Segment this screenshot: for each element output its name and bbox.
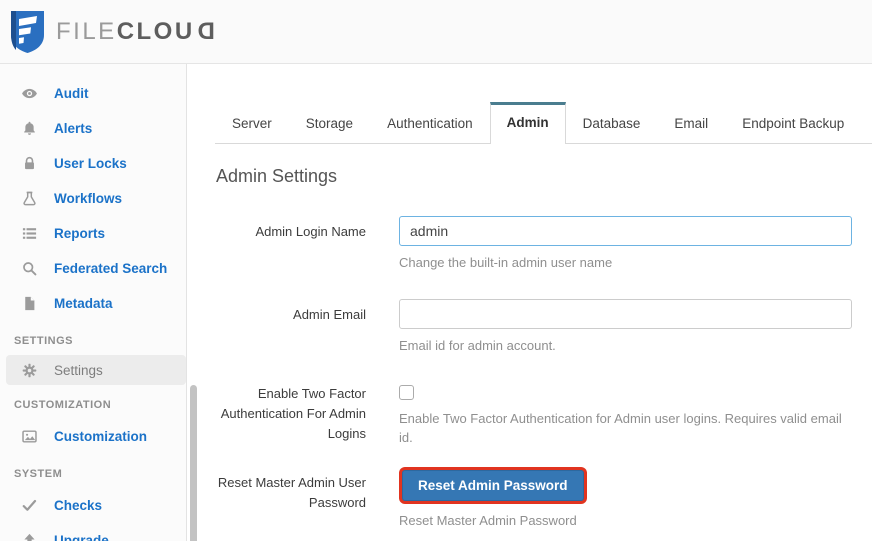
admin-login-name-controls: Change the built-in admin user name bbox=[399, 216, 852, 272]
image-icon bbox=[21, 428, 38, 445]
admin-email-help: Email id for admin account. bbox=[399, 338, 556, 353]
sidebar-item-workflows[interactable]: Workflows bbox=[0, 181, 186, 216]
sidebar-item-user-locks[interactable]: User Locks bbox=[0, 146, 186, 181]
sidebar-item-label: Reports bbox=[54, 226, 106, 241]
reset-admin-password-button[interactable]: Reset Admin Password bbox=[402, 470, 584, 501]
tab-admin[interactable]: Admin bbox=[489, 102, 566, 144]
eye-icon bbox=[21, 85, 38, 102]
app-header: FILE CLOU D bbox=[0, 0, 872, 64]
gear-icon bbox=[21, 362, 38, 379]
sidebar-item-label: Metadata bbox=[54, 296, 113, 311]
sidebar-section-settings: SETTINGS bbox=[14, 335, 74, 347]
sidebar-item-audit[interactable]: Audit bbox=[0, 76, 186, 111]
form-row-two-factor: Enable Two Factor Authentication For Adm… bbox=[216, 382, 872, 447]
flask-icon bbox=[21, 190, 38, 207]
sidebar-item-label: Customization bbox=[54, 429, 147, 444]
sidebar-item-customization[interactable]: Customization bbox=[0, 419, 186, 454]
file-icon bbox=[21, 295, 38, 312]
sidebar-item-federated-search[interactable]: Federated Search bbox=[0, 251, 186, 286]
sidebar-item-label: Alerts bbox=[54, 121, 93, 136]
reset-password-help: Reset Master Admin Password bbox=[399, 513, 577, 528]
sidebar-item-label: Checks bbox=[54, 498, 103, 513]
sidebar-item-upgrade[interactable]: Upgrade bbox=[0, 523, 186, 541]
bell-icon bbox=[21, 120, 38, 137]
lock-icon bbox=[21, 155, 38, 172]
page-title: Admin Settings bbox=[216, 166, 338, 186]
sidebar-item-checks[interactable]: Checks bbox=[0, 488, 186, 523]
admin-email-controls: Email id for admin account. bbox=[399, 299, 852, 355]
sidebar-item-label: Workflows bbox=[54, 191, 123, 206]
two-factor-help: Enable Two Factor Authentication for Adm… bbox=[399, 411, 842, 445]
logo-wordmark: FILE CLOU D bbox=[56, 18, 215, 46]
sidebar-scrollbar-track[interactable] bbox=[188, 64, 200, 541]
arrow-up-icon bbox=[21, 532, 38, 541]
reset-password-controls: Reset Admin Password Reset Master Admin … bbox=[399, 467, 852, 530]
admin-login-name-label: Admin Login Name bbox=[255, 224, 366, 239]
sidebar-item-settings[interactable]: Settings bbox=[6, 355, 186, 385]
list-icon bbox=[21, 225, 38, 242]
form-row-admin-login-name: Admin Login Name Change the built-in adm… bbox=[216, 216, 872, 272]
two-factor-controls: Enable Two Factor Authentication for Adm… bbox=[399, 382, 852, 447]
tab-storage[interactable]: Storage bbox=[289, 103, 370, 144]
admin-settings-form: Admin Login Name Change the built-in adm… bbox=[216, 216, 872, 530]
admin-login-name-help: Change the built-in admin user name bbox=[399, 255, 613, 270]
sidebar-item-reports[interactable]: Reports bbox=[0, 216, 186, 251]
sidebar-section-system: SYSTEM bbox=[14, 468, 63, 480]
admin-login-name-input[interactable] bbox=[399, 216, 852, 246]
sidebar-item-label: Upgrade bbox=[54, 533, 109, 541]
sidebar-scrollbar-thumb[interactable] bbox=[190, 385, 197, 541]
sidebar-nav: Audit Alerts User Locks Workflows Report… bbox=[0, 64, 187, 541]
two-factor-label: Enable Two Factor Authentication For Adm… bbox=[220, 386, 366, 441]
shield-logo-icon bbox=[11, 11, 44, 53]
sidebar-item-label: User Locks bbox=[54, 156, 127, 171]
tab-email[interactable]: Email bbox=[657, 103, 725, 144]
tab-endpoint-backup[interactable]: Endpoint Backup bbox=[725, 103, 861, 144]
sidebar-item-alerts[interactable]: Alerts bbox=[0, 111, 186, 146]
check-icon bbox=[21, 497, 38, 514]
sidebar-item-label: Audit bbox=[54, 86, 89, 101]
sidebar-item-label: Settings bbox=[54, 362, 103, 378]
reset-password-label: Reset Master Admin User Password bbox=[217, 475, 366, 510]
admin-email-input[interactable] bbox=[399, 299, 852, 329]
logo-text-cloud: CLOU bbox=[116, 17, 195, 45]
main-content: Server Storage Authentication Admin Data… bbox=[200, 64, 872, 541]
sidebar-item-metadata[interactable]: Metadata bbox=[0, 286, 186, 321]
tab-database[interactable]: Database bbox=[566, 103, 658, 144]
tab-server[interactable]: Server bbox=[215, 103, 289, 144]
admin-email-label: Admin Email bbox=[293, 307, 366, 322]
settings-tabbar: Server Storage Authentication Admin Data… bbox=[215, 100, 872, 144]
fileclloud-logo: FILE CLOU D bbox=[10, 9, 215, 54]
form-row-admin-email: Admin Email Email id for admin account. bbox=[216, 299, 872, 355]
logo-text-file: FILE bbox=[56, 17, 117, 45]
form-row-reset-password: Reset Master Admin User Password Reset A… bbox=[216, 467, 872, 530]
search-icon bbox=[21, 260, 38, 277]
logo-text-reversed-d: D bbox=[194, 17, 215, 45]
sidebar-item-label: Federated Search bbox=[54, 261, 168, 276]
sidebar-section-customization: CUSTOMIZATION bbox=[14, 399, 112, 411]
tab-authentication[interactable]: Authentication bbox=[370, 103, 490, 144]
two-factor-checkbox[interactable] bbox=[399, 385, 414, 400]
